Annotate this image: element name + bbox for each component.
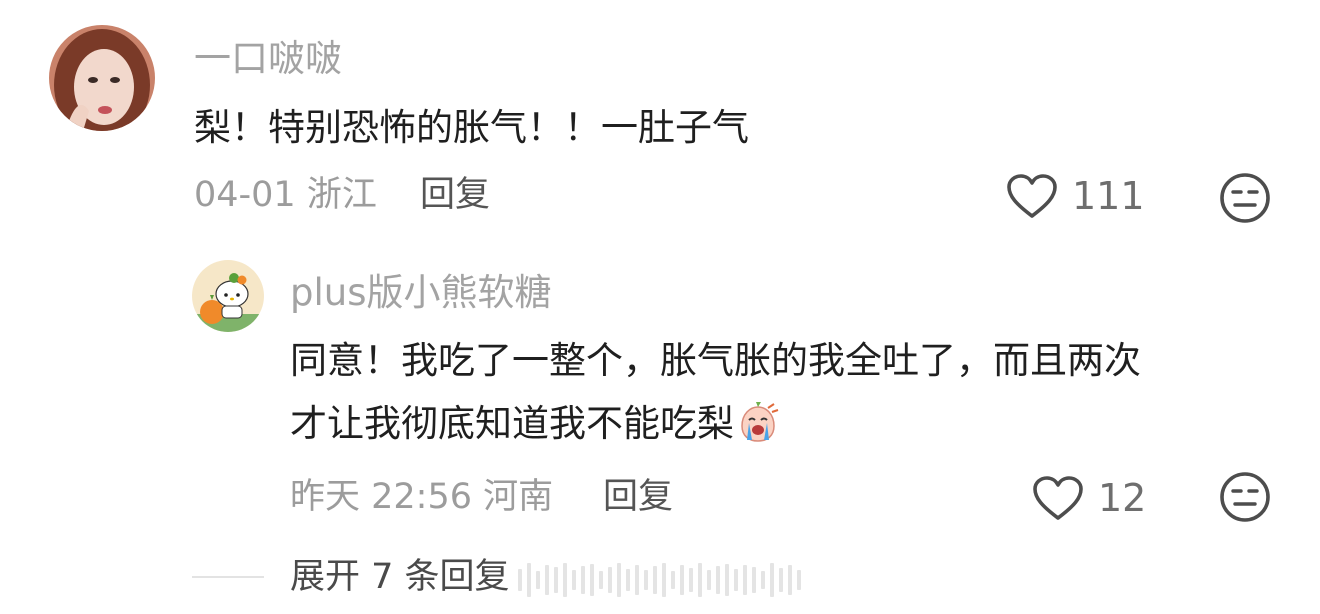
comment-like-count: 111 — [1072, 174, 1145, 218]
reply-meta: 昨天 22:56 河南 — [290, 477, 554, 517]
watermark — [518, 560, 806, 600]
reply-dislike-button[interactable] — [1219, 471, 1271, 523]
comment-thread: 一口啵啵 梨！特别恐怖的胀气！！一肚子气 04-01 浙江 回复 111 plu… — [0, 0, 1320, 614]
heart-outline-icon — [1007, 174, 1057, 218]
reply-like-button[interactable]: 12 — [1032, 475, 1146, 521]
expand-divider — [192, 576, 264, 578]
comment-text: 梨！特别恐怖的胀气！！一肚子气 — [194, 106, 749, 149]
replier-username[interactable]: plus版小熊软糖 — [290, 271, 552, 315]
reply-text-line1: 同意！我吃了一整个，胀气胀的我全吐了，而且两次 — [290, 339, 1141, 382]
replier-avatar[interactable] — [192, 260, 264, 332]
comment-dislike-button[interactable] — [1219, 172, 1271, 224]
reply-reply-button[interactable]: 回复 — [603, 475, 673, 519]
crying-face-emoji — [736, 400, 780, 444]
commenter-username[interactable]: 一口啵啵 — [194, 37, 342, 81]
comment-like-button[interactable]: 111 — [1006, 173, 1145, 219]
neutral-face-icon — [1220, 472, 1270, 522]
reply-text-line2: 才让我彻底知道我不能吃梨 — [290, 393, 780, 455]
neutral-face-icon — [1220, 173, 1270, 223]
comment-meta: 04-01 浙江 — [194, 175, 377, 215]
comment-reply-button[interactable]: 回复 — [420, 173, 490, 217]
heart-outline-icon — [1033, 476, 1083, 520]
reply-like-count: 12 — [1098, 476, 1147, 520]
expand-replies-button[interactable]: 展开 7 条回复 — [290, 555, 510, 599]
reply-text-line2-content: 才让我彻底知道我不能吃梨 — [290, 402, 734, 445]
commenter-avatar[interactable] — [49, 25, 155, 131]
